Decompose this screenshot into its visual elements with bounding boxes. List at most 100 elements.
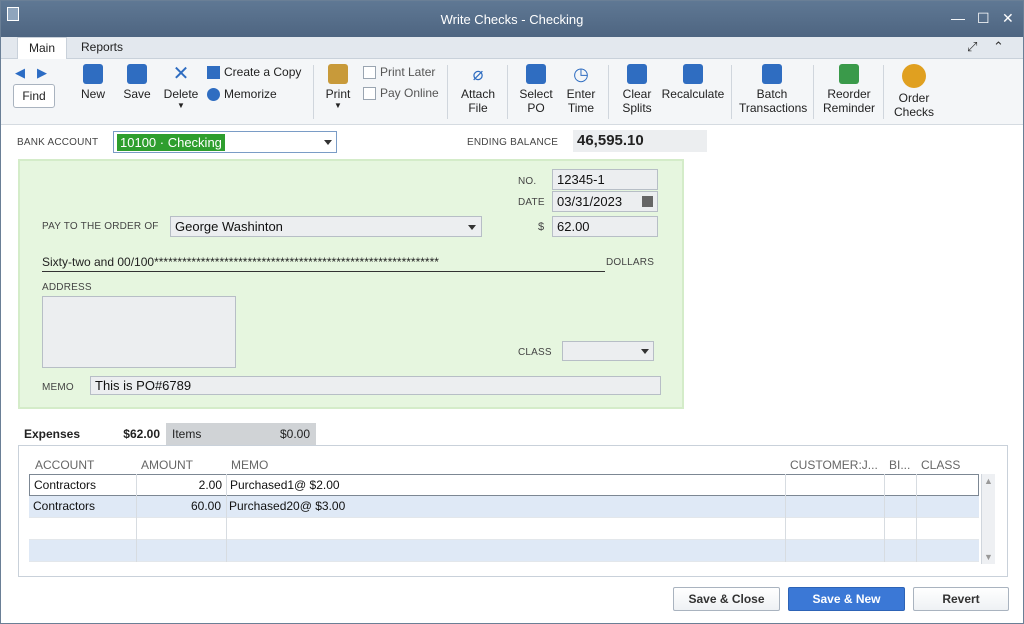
title-bar: Write Checks - Checking — ☐ ✕ <box>1 1 1023 37</box>
print-later-checkbox[interactable]: Print Later <box>363 65 435 79</box>
ending-balance-value: 46,595.10 <box>573 130 707 152</box>
expenses-table: ACCOUNT AMOUNT MEMO CUSTOMER:J... BI... … <box>18 445 1008 577</box>
check-number-field[interactable]: 12345-1 <box>552 169 658 190</box>
write-checks-window: Write Checks - Checking — ☐ ✕ Main Repor… <box>0 0 1024 624</box>
bank-account-dropdown[interactable]: 10100 · Checking <box>113 131 337 153</box>
pay-to-label: PAY TO THE ORDER OF <box>42 221 159 232</box>
order-checks-button[interactable]: Order Checks <box>891 64 937 119</box>
scroll-down-icon[interactable]: ▼ <box>984 552 993 562</box>
amount-field[interactable]: 62.00 <box>552 216 658 237</box>
maximize-button[interactable]: ☐ <box>977 10 990 27</box>
memorize-button[interactable]: Memorize <box>207 87 277 101</box>
chevron-down-icon: ▼ <box>334 101 342 110</box>
column-divider <box>226 474 227 562</box>
order-checks-icon <box>902 64 926 88</box>
chevron-down-icon[interactable] <box>641 349 649 354</box>
memo-label: MEMO <box>42 382 74 393</box>
previous-arrow-icon[interactable]: ◀ <box>15 65 25 81</box>
enter-time-button[interactable]: ◷ Enter Time <box>562 64 600 115</box>
revert-button[interactable]: Revert <box>913 587 1009 611</box>
bank-account-value: 10100 · Checking <box>117 134 225 151</box>
tab-reports[interactable]: Reports <box>70 37 134 59</box>
copy-icon <box>207 65 220 79</box>
column-header-account[interactable]: ACCOUNT <box>35 458 94 472</box>
amount-cell[interactable]: 60.00 <box>137 499 221 513</box>
column-header-memo[interactable]: MEMO <box>231 458 268 472</box>
payee-dropdown[interactable]: George Washinton <box>170 216 482 237</box>
save-and-new-button[interactable]: Save & New <box>788 587 905 611</box>
batch-icon <box>762 64 782 84</box>
tab-items[interactable]: Items $0.00 <box>166 423 316 446</box>
separator <box>731 65 732 119</box>
separator <box>313 65 314 119</box>
amount-in-words: Sixty-two and 00/100********************… <box>42 255 605 272</box>
account-cell[interactable]: Contractors <box>34 478 96 492</box>
column-header-amount[interactable]: AMOUNT <box>141 458 193 472</box>
scroll-up-icon[interactable]: ▲ <box>984 476 993 486</box>
create-copy-button[interactable]: Create a Copy <box>207 65 301 79</box>
memo-cell[interactable]: Purchased20@ $3.00 <box>229 499 345 513</box>
check-number-label: NO. <box>518 176 537 187</box>
tab-expenses[interactable]: Expenses $62.00 <box>18 423 164 446</box>
amount-cell[interactable]: 2.00 <box>138 478 222 492</box>
checkbox-icon <box>363 86 376 100</box>
memo-cell[interactable]: Purchased1@ $2.00 <box>230 478 340 492</box>
new-button[interactable]: New <box>77 64 109 101</box>
tab-main[interactable]: Main <box>17 37 68 59</box>
separator <box>883 65 884 119</box>
bank-account-label: BANK ACCOUNT <box>17 137 99 148</box>
table-row[interactable]: Contractors 2.00 Purchased1@ $2.00 <box>29 474 979 496</box>
chevron-down-icon[interactable] <box>324 140 332 145</box>
column-header-customer-job[interactable]: CUSTOMER:J... <box>790 458 878 472</box>
stopwatch-icon: ◷ <box>573 64 589 84</box>
attach-file-button[interactable]: ⌀ Attach File <box>457 64 499 115</box>
table-body: Contractors 2.00 Purchased1@ $2.00 Contr… <box>29 474 979 562</box>
column-divider <box>884 474 885 562</box>
column-divider <box>785 474 786 562</box>
checkbox-icon <box>363 65 376 79</box>
column-header-billable[interactable]: BI... <box>889 458 910 472</box>
column-divider <box>136 474 137 562</box>
column-header-class[interactable]: CLASS <box>921 458 960 472</box>
address-field[interactable] <box>42 296 236 368</box>
dollars-label: DOLLARS <box>606 257 655 268</box>
save-and-close-button[interactable]: Save & Close <box>673 587 780 611</box>
close-button[interactable]: ✕ <box>1002 10 1014 27</box>
table-row[interactable]: Contractors 60.00 Purchased20@ $3.00 <box>29 496 979 518</box>
delete-button[interactable]: ✕ Delete ▼ <box>161 64 201 110</box>
print-button[interactable]: Print ▼ <box>323 64 353 110</box>
reorder-reminder-button[interactable]: Reorder Reminder <box>821 64 877 115</box>
dollar-sign: $ <box>538 221 545 233</box>
select-po-button[interactable]: Select PO <box>515 64 557 115</box>
separator <box>507 65 508 119</box>
table-row-empty[interactable] <box>29 540 979 562</box>
minimize-button[interactable]: — <box>951 10 965 26</box>
collapse-ribbon-icon[interactable]: ⌃ <box>993 39 1004 55</box>
next-arrow-icon[interactable]: ▶ <box>37 65 47 81</box>
calendar-icon[interactable] <box>642 196 653 207</box>
window-title: Write Checks - Checking <box>440 12 584 27</box>
new-document-icon <box>83 64 103 84</box>
clear-splits-button[interactable]: Clear Splits <box>617 64 657 115</box>
ribbon-tabs: Main Reports ⤢ ⌃ <box>1 37 1023 59</box>
column-divider <box>916 474 917 562</box>
separator <box>813 65 814 119</box>
memo-field[interactable]: This is PO#6789 <box>90 376 661 395</box>
batch-transactions-button[interactable]: Batch Transactions <box>739 64 807 115</box>
table-row-empty[interactable] <box>29 518 979 540</box>
pay-online-checkbox[interactable]: Pay Online <box>363 86 439 100</box>
vertical-scrollbar[interactable]: ▲ ▼ <box>981 474 995 564</box>
toolbar: ◀ ▶ New Save ✕ Delete ▼ Create a Copy Me… <box>1 59 1023 125</box>
find-button[interactable]: Find <box>13 84 55 108</box>
expand-icon[interactable]: ⤢ <box>967 39 977 55</box>
paperclip-icon: ⌀ <box>472 64 484 84</box>
recalculate-button[interactable]: Recalculate <box>661 64 725 101</box>
printer-icon <box>328 64 348 84</box>
class-dropdown[interactable] <box>562 341 654 361</box>
date-field[interactable]: 03/31/2023 <box>552 191 658 212</box>
save-button[interactable]: Save <box>119 64 155 101</box>
check-form: NO. 12345-1 DATE 03/31/2023 PAY TO THE O… <box>18 159 684 409</box>
account-cell[interactable]: Contractors <box>33 499 95 513</box>
chevron-down-icon[interactable] <box>468 225 476 230</box>
class-label: CLASS <box>518 347 552 358</box>
